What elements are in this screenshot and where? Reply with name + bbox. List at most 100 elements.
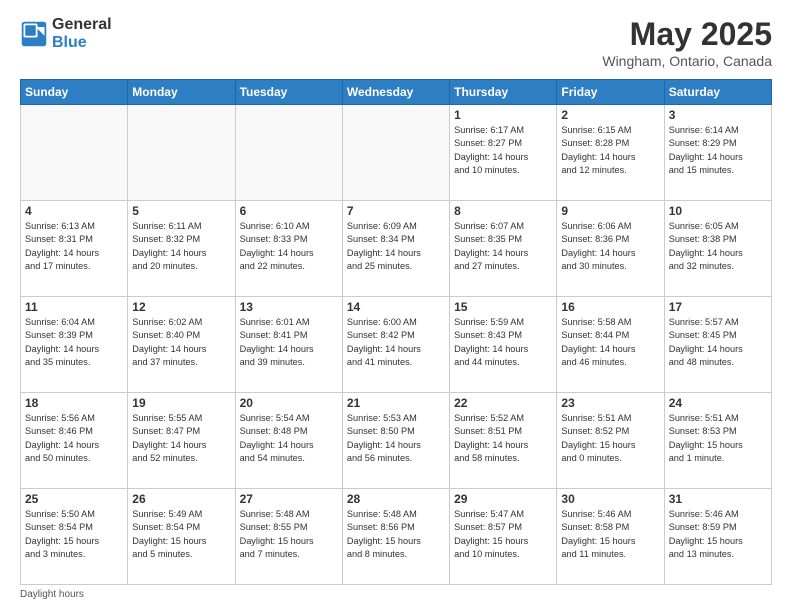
day-info: Sunrise: 5:55 AM Sunset: 8:47 PM Dayligh… <box>132 412 230 465</box>
calendar-cell: 20 Sunrise: 5:54 AM Sunset: 8:48 PM Dayli… <box>235 393 342 489</box>
calendar-cell: 4 Sunrise: 6:13 AM Sunset: 8:31 PM Daylig… <box>21 201 128 297</box>
day-info: Sunrise: 6:07 AM Sunset: 8:35 PM Dayligh… <box>454 220 552 273</box>
calendar-cell: 19Sunrise: 5:55 AM Sunset: 8:47 PM Dayli… <box>128 393 235 489</box>
calendar-cell: 1 Sunrise: 6:17 AM Sunset: 8:27 PM Daylig… <box>450 105 557 201</box>
day-info: Sunrise: 6:17 AM Sunset: 8:27 PM Dayligh… <box>454 124 552 177</box>
day-info: Sunrise: 5:58 AM Sunset: 8:44 PM Dayligh… <box>561 316 659 369</box>
calendar-week-row: 18 Sunrise: 5:56 AM Sunset: 8:46 PM Dayli… <box>21 393 772 489</box>
calendar-cell: 30 Sunrise: 5:46 AM Sunset: 8:58 PM Dayli… <box>557 489 664 585</box>
day-info: Sunrise: 6:02 AM Sunset: 8:40 PM Dayligh… <box>132 316 230 369</box>
weekday-header: Sunday <box>21 80 128 105</box>
calendar-cell: 8 Sunrise: 6:07 AM Sunset: 8:35 PM Daylig… <box>450 201 557 297</box>
header: General Blue May 2025 Wingham, Ontario, … <box>20 16 772 69</box>
calendar-cell: 27 Sunrise: 5:48 AM Sunset: 8:55 PM Dayli… <box>235 489 342 585</box>
month-title: May 2025 <box>602 16 772 53</box>
day-info: Sunrise: 5:49 AM Sunset: 8:54 PM Dayligh… <box>132 508 230 561</box>
calendar-cell: 14 Sunrise: 6:00 AM Sunset: 8:42 PM Dayli… <box>342 297 449 393</box>
day-info: Sunrise: 6:00 AM Sunset: 8:42 PM Dayligh… <box>347 316 445 369</box>
day-number: 31 <box>669 492 767 506</box>
calendar-cell: 22 Sunrise: 5:52 AM Sunset: 8:51 PM Dayli… <box>450 393 557 489</box>
calendar-cell: 26 Sunrise: 5:49 AM Sunset: 8:54 PM Dayli… <box>128 489 235 585</box>
day-info: Sunrise: 6:15 AM Sunset: 8:28 PM Dayligh… <box>561 124 659 177</box>
weekday-header: Friday <box>557 80 664 105</box>
weekday-header: Wednesday <box>342 80 449 105</box>
day-info: Sunrise: 5:59 AM Sunset: 8:43 PM Dayligh… <box>454 316 552 369</box>
day-info: Sunrise: 5:52 AM Sunset: 8:51 PM Dayligh… <box>454 412 552 465</box>
logo-general: General <box>52 16 112 34</box>
logo-icon <box>20 20 48 48</box>
day-number: 14 <box>347 300 445 314</box>
weekday-header: Saturday <box>664 80 771 105</box>
day-number: 12 <box>132 300 230 314</box>
day-number: 27 <box>240 492 338 506</box>
day-info: Sunrise: 6:04 AM Sunset: 8:39 PM Dayligh… <box>25 316 123 369</box>
calendar-cell: 25 Sunrise: 5:50 AM Sunset: 8:54 PM Dayli… <box>21 489 128 585</box>
calendar-cell <box>128 105 235 201</box>
calendar-cell: 16 Sunrise: 5:58 AM Sunset: 8:44 PM Dayli… <box>557 297 664 393</box>
day-info: Sunrise: 6:05 AM Sunset: 8:38 PM Dayligh… <box>669 220 767 273</box>
day-number: 23 <box>561 396 659 410</box>
day-info: Sunrise: 6:09 AM Sunset: 8:34 PM Dayligh… <box>347 220 445 273</box>
calendar-week-row: 11Sunrise: 6:04 AM Sunset: 8:39 PM Dayli… <box>21 297 772 393</box>
day-info: Sunrise: 5:48 AM Sunset: 8:56 PM Dayligh… <box>347 508 445 561</box>
day-number: 20 <box>240 396 338 410</box>
day-number: 13 <box>240 300 338 314</box>
logo-blue: Blue <box>52 34 112 52</box>
day-number: 22 <box>454 396 552 410</box>
day-number: 8 <box>454 204 552 218</box>
day-number: 18 <box>25 396 123 410</box>
calendar-week-row: 1 Sunrise: 6:17 AM Sunset: 8:27 PM Daylig… <box>21 105 772 201</box>
day-number: 3 <box>669 108 767 122</box>
calendar-cell: 13 Sunrise: 6:01 AM Sunset: 8:41 PM Dayli… <box>235 297 342 393</box>
calendar-cell: 3 Sunrise: 6:14 AM Sunset: 8:29 PM Daylig… <box>664 105 771 201</box>
day-info: Sunrise: 5:51 AM Sunset: 8:53 PM Dayligh… <box>669 412 767 465</box>
day-number: 24 <box>669 396 767 410</box>
calendar-header-row: SundayMondayTuesdayWednesdayThursdayFrid… <box>21 80 772 105</box>
day-info: Sunrise: 5:56 AM Sunset: 8:46 PM Dayligh… <box>25 412 123 465</box>
day-number: 26 <box>132 492 230 506</box>
logo-text: General Blue <box>52 16 112 51</box>
page: General Blue May 2025 Wingham, Ontario, … <box>0 0 792 612</box>
day-info: Sunrise: 5:50 AM Sunset: 8:54 PM Dayligh… <box>25 508 123 561</box>
day-info: Sunrise: 6:10 AM Sunset: 8:33 PM Dayligh… <box>240 220 338 273</box>
day-info: Sunrise: 5:46 AM Sunset: 8:58 PM Dayligh… <box>561 508 659 561</box>
calendar-cell: 24 Sunrise: 5:51 AM Sunset: 8:53 PM Dayli… <box>664 393 771 489</box>
day-number: 5 <box>132 204 230 218</box>
day-info: Sunrise: 5:54 AM Sunset: 8:48 PM Dayligh… <box>240 412 338 465</box>
day-info: Sunrise: 6:11 AM Sunset: 8:32 PM Dayligh… <box>132 220 230 273</box>
calendar-week-row: 25 Sunrise: 5:50 AM Sunset: 8:54 PM Dayli… <box>21 489 772 585</box>
title-block: May 2025 Wingham, Ontario, Canada <box>602 16 772 69</box>
day-info: Sunrise: 6:01 AM Sunset: 8:41 PM Dayligh… <box>240 316 338 369</box>
calendar-cell: 6Sunrise: 6:10 AM Sunset: 8:33 PM Daylig… <box>235 201 342 297</box>
location: Wingham, Ontario, Canada <box>602 53 772 69</box>
calendar-cell: 9Sunrise: 6:06 AM Sunset: 8:36 PM Daylig… <box>557 201 664 297</box>
day-info: Sunrise: 5:53 AM Sunset: 8:50 PM Dayligh… <box>347 412 445 465</box>
calendar-cell: 15 Sunrise: 5:59 AM Sunset: 8:43 PM Dayli… <box>450 297 557 393</box>
day-number: 30 <box>561 492 659 506</box>
day-number: 7 <box>347 204 445 218</box>
day-number: 10 <box>669 204 767 218</box>
weekday-header: Tuesday <box>235 80 342 105</box>
day-number: 2 <box>561 108 659 122</box>
calendar-table: SundayMondayTuesdayWednesdayThursdayFrid… <box>20 79 772 585</box>
day-info: Sunrise: 5:48 AM Sunset: 8:55 PM Dayligh… <box>240 508 338 561</box>
calendar-cell: 5 Sunrise: 6:11 AM Sunset: 8:32 PM Daylig… <box>128 201 235 297</box>
day-info: Sunrise: 6:13 AM Sunset: 8:31 PM Dayligh… <box>25 220 123 273</box>
day-info: Sunrise: 5:51 AM Sunset: 8:52 PM Dayligh… <box>561 412 659 465</box>
day-info: Sunrise: 6:14 AM Sunset: 8:29 PM Dayligh… <box>669 124 767 177</box>
day-info: Sunrise: 5:57 AM Sunset: 8:45 PM Dayligh… <box>669 316 767 369</box>
calendar-cell: 11Sunrise: 6:04 AM Sunset: 8:39 PM Dayli… <box>21 297 128 393</box>
footer-note: Daylight hours <box>20 589 772 600</box>
day-info: Sunrise: 5:47 AM Sunset: 8:57 PM Dayligh… <box>454 508 552 561</box>
calendar-cell: 28Sunrise: 5:48 AM Sunset: 8:56 PM Dayli… <box>342 489 449 585</box>
calendar-cell: 10 Sunrise: 6:05 AM Sunset: 8:38 PM Dayli… <box>664 201 771 297</box>
day-number: 25 <box>25 492 123 506</box>
calendar-cell: 2 Sunrise: 6:15 AM Sunset: 8:28 PM Daylig… <box>557 105 664 201</box>
day-number: 16 <box>561 300 659 314</box>
day-number: 1 <box>454 108 552 122</box>
day-number: 9 <box>561 204 659 218</box>
day-number: 21 <box>347 396 445 410</box>
day-number: 15 <box>454 300 552 314</box>
day-number: 4 <box>25 204 123 218</box>
calendar-cell: 21 Sunrise: 5:53 AM Sunset: 8:50 PM Dayli… <box>342 393 449 489</box>
